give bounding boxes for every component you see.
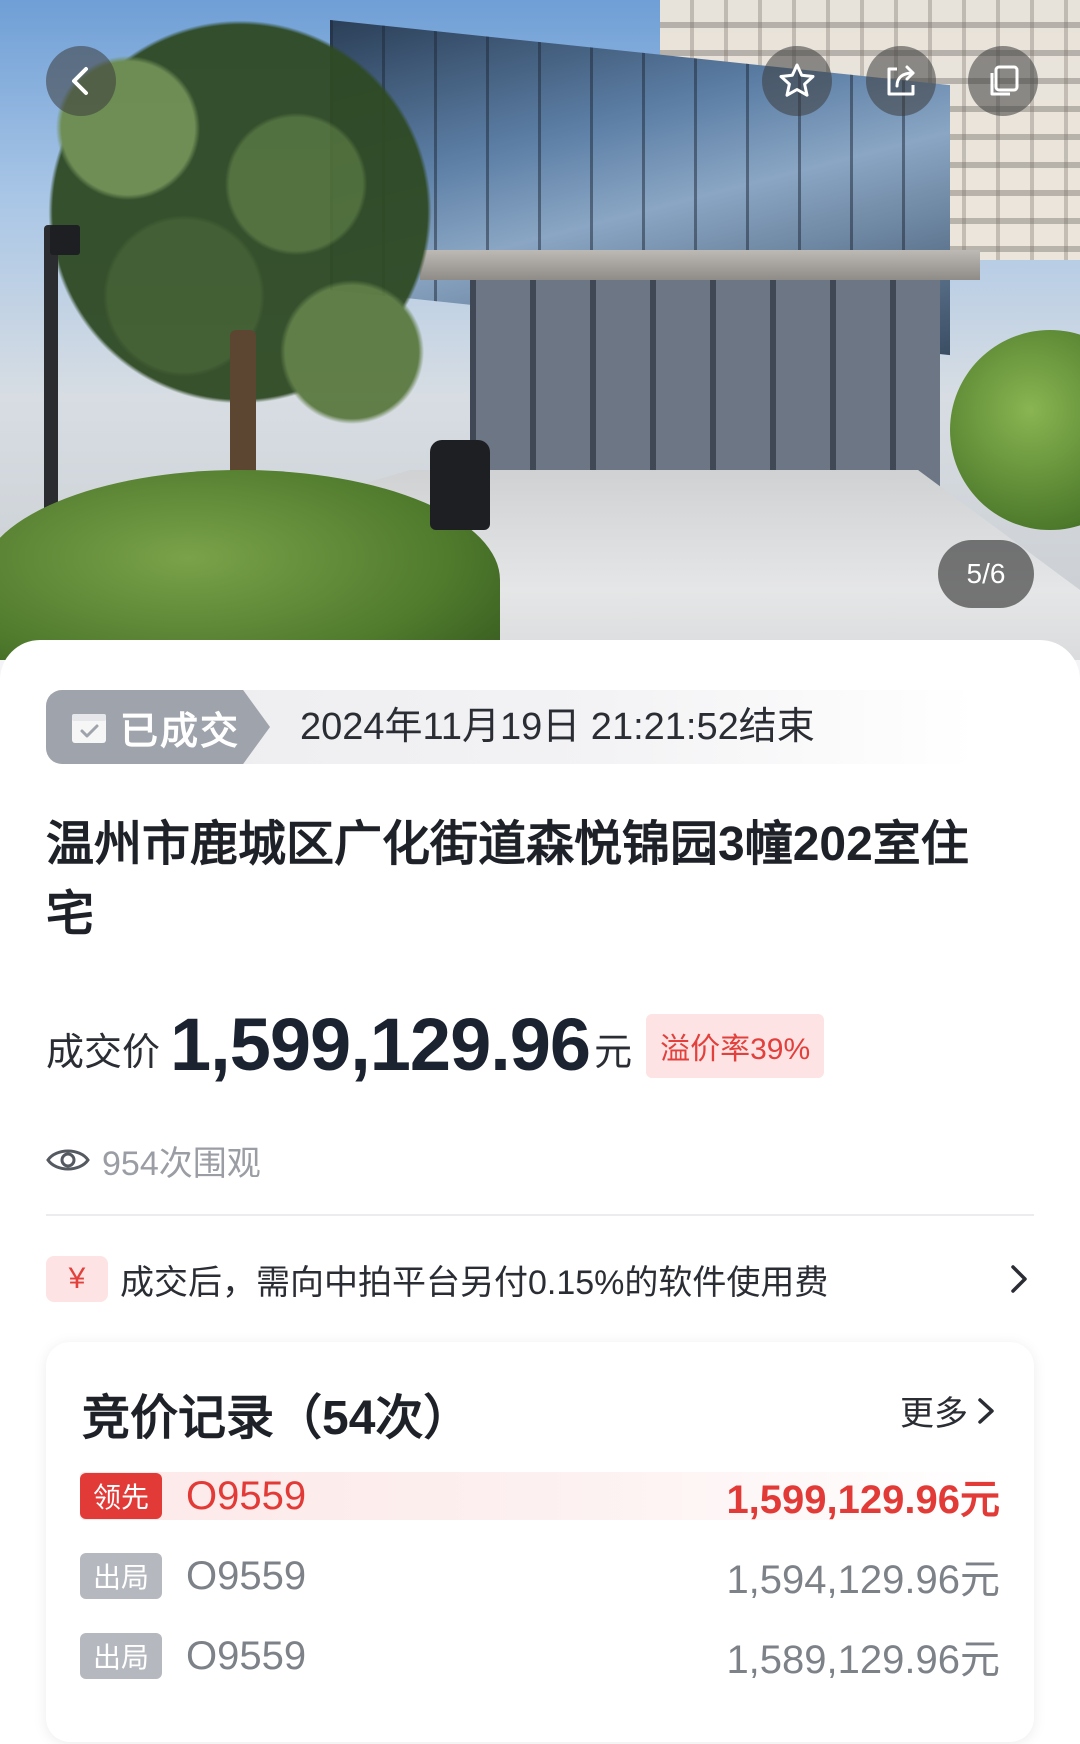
copy-icon — [990, 65, 1019, 96]
fee-notice[interactable]: ¥ 成交后，需向中拍平台另付0.15%的软件使用费 — [46, 1254, 1034, 1304]
back-button[interactable] — [46, 46, 116, 116]
bid-row: 出局 O9559 1,589,129.96元 — [80, 1632, 1000, 1682]
price-value: 1,599,129.96 — [170, 1003, 591, 1086]
share-button[interactable] — [866, 46, 936, 116]
price-label: 成交价 — [46, 1032, 161, 1074]
property-photo[interactable]: 5/6 — [0, 0, 1080, 660]
star-icon — [779, 63, 815, 97]
eye-icon — [46, 1149, 90, 1171]
photo-counter: 5/6 — [938, 540, 1034, 608]
yuan-icon: ¥ — [46, 1256, 108, 1302]
bidder-id: O9559 — [186, 1633, 307, 1678]
status-badge: 已成交 — [46, 690, 270, 764]
price-row: 成交价 1,599,129.96 元 溢价率39% — [46, 1000, 825, 1090]
more-bids-label: 更多 — [900, 1395, 968, 1433]
auction-status-bar: 已成交 2024年11月19日 21:21:52结束 — [46, 690, 976, 764]
divider — [46, 1214, 1034, 1216]
photo-lamp-head — [50, 225, 80, 255]
bid-status-tag: 出局 — [80, 1633, 162, 1679]
bid-records-card: 竞价记录（54次） 更多 领先 O9559 1,599,129.96元 出局 O… — [46, 1342, 1034, 1742]
premium-rate-badge: 溢价率39% — [646, 1014, 825, 1078]
bid-status-tag: 出局 — [80, 1553, 162, 1599]
chevron-right-icon — [978, 1397, 994, 1424]
photo-shrub — [950, 330, 1080, 530]
end-time: 2024年11月19日 21:21:52结束 — [300, 706, 815, 748]
calendar-check-icon — [72, 714, 106, 743]
bid-amount: 1,594,129.96元 — [726, 1558, 1000, 1602]
bidder-id: O9559 — [186, 1473, 307, 1518]
bid-amount: 1,599,129.96元 — [726, 1478, 1000, 1522]
status-label: 已成交 — [120, 710, 241, 753]
bidder-id: O9559 — [186, 1553, 307, 1598]
price-unit: 元 — [594, 1032, 633, 1074]
bid-status-tag: 领先 — [80, 1473, 162, 1519]
photo-lobby — [470, 280, 940, 500]
view-count: 954次围观 — [46, 1130, 261, 1190]
listing-title: 温州市鹿城区广化街道森悦锦园3幢202室住宅 — [46, 818, 969, 941]
bid-amount: 1,589,129.96元 — [726, 1638, 1000, 1682]
bid-records-title: 竞价记录（54次） — [82, 1392, 472, 1445]
view-count-text: 954次围观 — [102, 1144, 261, 1183]
more-bids-link[interactable]: 更多 — [900, 1386, 998, 1435]
detail-card: 已成交 2024年11月19日 21:21:52结束 温州市鹿城区广化街道森悦锦… — [0, 640, 1080, 1744]
chevron-right-icon — [1011, 1265, 1027, 1293]
back-chevron-icon — [72, 67, 88, 95]
copy-button[interactable] — [968, 46, 1038, 116]
fee-notice-text: 成交后，需向中拍平台另付0.15%的软件使用费 — [120, 1263, 829, 1302]
favorite-button[interactable] — [762, 46, 832, 116]
bid-row: 出局 O9559 1,594,129.96元 — [80, 1552, 1000, 1602]
bid-row: 领先 O9559 1,599,129.96元 — [80, 1472, 1000, 1522]
share-icon — [887, 65, 915, 96]
photo-scooter — [430, 440, 490, 530]
